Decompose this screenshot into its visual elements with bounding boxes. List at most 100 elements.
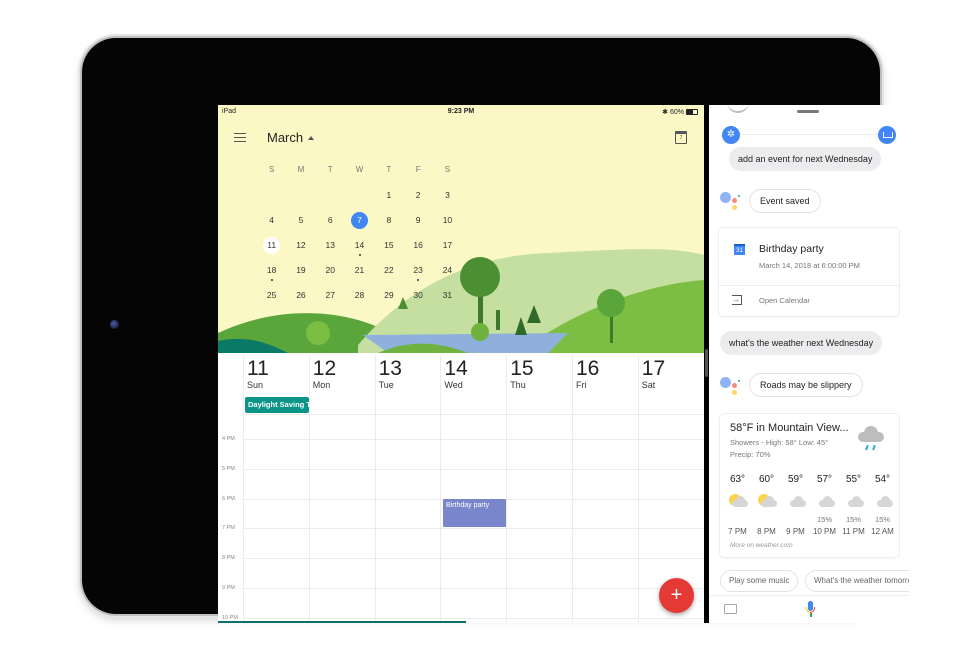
mini-day[interactable]: 12 xyxy=(286,236,315,254)
mini-day[interactable]: 13 xyxy=(316,236,345,254)
week-day-header[interactable]: 12 Mon xyxy=(309,358,374,391)
mini-day-label: 26 xyxy=(296,289,306,300)
mini-day-label: 21 xyxy=(354,264,365,275)
mini-day[interactable]: 21 xyxy=(345,261,374,279)
mini-day-label: 30 xyxy=(413,289,423,300)
mini-day[interactable]: 20 xyxy=(316,261,345,279)
today-calendar-icon[interactable]: 7 xyxy=(675,131,687,144)
mini-day[interactable]: 24 xyxy=(433,261,462,279)
week-day-header[interactable]: 11 Sun xyxy=(243,358,308,391)
mini-day[interactable]: 19 xyxy=(286,261,315,279)
mini-day-label: 16 xyxy=(413,239,423,250)
timed-event-birthday[interactable]: Birthday party xyxy=(443,499,506,527)
mini-day[interactable]: 22 xyxy=(374,261,403,279)
assistant-input-bar xyxy=(709,595,909,623)
grid-column-line xyxy=(308,355,310,623)
week-day-header[interactable]: 13 Tue xyxy=(375,358,440,391)
mini-day[interactable]: 27 xyxy=(316,286,345,304)
mini-day[interactable]: 2 xyxy=(403,186,432,204)
mini-day-label: 29 xyxy=(384,289,394,300)
mini-day[interactable]: 9 xyxy=(403,211,432,229)
keyboard-icon[interactable] xyxy=(724,604,737,614)
week-day-header[interactable]: 16 Fri xyxy=(572,358,637,391)
week-day-name: Fri xyxy=(576,380,587,390)
week-day-header[interactable]: 17 Sat xyxy=(638,357,703,391)
mini-day[interactable]: 5 xyxy=(286,211,315,229)
event-card[interactable]: 31 Birthday party March 14, 2018 at 6:00… xyxy=(719,228,899,316)
week-day-name: Wed xyxy=(444,380,463,390)
mini-day[interactable]: 28 xyxy=(345,286,374,304)
grid-column-line xyxy=(374,355,376,623)
cloudy-icon xyxy=(815,494,835,508)
mini-day[interactable]: 23 xyxy=(403,261,432,281)
mini-day[interactable]: 29 xyxy=(374,286,403,304)
calendar-header: iPad 9:23 PM ✱ 60% March 7 SMTWTFS 1234 xyxy=(218,105,704,353)
week-day-name: Thu xyxy=(510,380,526,390)
mini-week-row: 1 2 3 xyxy=(257,182,463,207)
weekday-header: M xyxy=(297,164,305,174)
mini-day[interactable]: 30 xyxy=(403,286,432,304)
screen: iPad 9:23 PM ✱ 60% March 7 SMTWTFS 1234 xyxy=(218,105,909,623)
mini-day[interactable]: 31 xyxy=(433,286,462,304)
mini-day[interactable]: 7 xyxy=(345,211,374,229)
assistant-reply-bubble: Roads may be slippery xyxy=(749,373,863,397)
week-day-number: 17 xyxy=(641,357,666,380)
partly-cloudy-icon xyxy=(757,494,777,508)
mini-day[interactable]: 3 xyxy=(433,186,462,204)
month-selector[interactable]: March xyxy=(267,130,315,145)
mini-day[interactable]: 6 xyxy=(316,211,345,229)
suggestion-chip[interactable]: Play some music xyxy=(720,570,799,592)
bug-report-icon[interactable]: ✲ xyxy=(722,126,740,144)
mini-day[interactable]: 11 xyxy=(257,236,286,254)
user-query-bubble: add an event for next Wednesday xyxy=(729,147,882,171)
status-bar: iPad 9:23 PM ✱ 60% xyxy=(218,105,704,119)
mini-day-label: 9 xyxy=(415,214,421,225)
battery-percent: 60% xyxy=(669,108,684,116)
weather-card[interactable]: 58°F in Mountain View... Showers - High:… xyxy=(720,414,899,557)
week-day-header[interactable]: 14 Wed xyxy=(440,358,505,391)
mini-month-calendar: SMTWTFS 1 2 3 4 5 6 7 8 9 10 11 12 13 14 15 16 17 18 19 20 2… xyxy=(257,157,463,307)
weather-details: Showers - High: 58° Low: 45° Precip: 70% xyxy=(730,437,828,461)
mini-day[interactable]: 15 xyxy=(374,236,403,254)
mini-day[interactable]: 1 xyxy=(374,186,403,204)
create-event-button[interactable]: + xyxy=(659,578,694,613)
mini-day[interactable]: 17 xyxy=(433,236,462,254)
mini-day-label: 18 xyxy=(266,264,277,275)
rain-cloud-icon xyxy=(856,426,886,452)
week-day-header[interactable]: 15 Thu xyxy=(506,358,571,391)
mini-day[interactable]: 25 xyxy=(257,286,286,304)
mini-day[interactable]: 4 xyxy=(257,211,286,229)
suggestion-chip[interactable]: What's the weather tomorrow xyxy=(805,570,909,592)
assistant-panel: ✲ add an event for next Wednesday Event … xyxy=(709,105,909,623)
mini-day[interactable]: 10 xyxy=(433,211,462,229)
top-divider xyxy=(731,134,887,135)
hourly-precip: 15% xyxy=(874,515,890,524)
mini-day[interactable]: 18 xyxy=(257,261,286,281)
mini-day[interactable]: 8 xyxy=(374,211,403,229)
card-divider xyxy=(719,285,899,286)
mini-day[interactable]: 26 xyxy=(286,286,315,304)
divider-handle[interactable] xyxy=(705,349,708,377)
hourly-precip: 15% xyxy=(816,515,832,524)
mini-day[interactable]: 14 xyxy=(345,236,374,256)
weather-source-link[interactable]: More on weather.com xyxy=(730,542,793,549)
drag-handle[interactable] xyxy=(797,110,819,113)
hourly-item: 60° 8 PM xyxy=(752,472,781,542)
hour-label: 4 PM xyxy=(222,436,235,442)
mini-day-label: 3 xyxy=(445,189,450,200)
grid-column-line xyxy=(572,355,573,623)
open-calendar-link[interactable]: Open Calendar xyxy=(759,296,810,305)
inbox-icon[interactable] xyxy=(878,126,896,144)
mini-day[interactable]: 16 xyxy=(403,236,432,254)
all-day-event[interactable]: Daylight Saving Time xyxy=(245,397,309,413)
hourly-temp: 55° xyxy=(845,474,862,485)
event-datetime: March 14, 2018 at 6:00:00 PM xyxy=(759,261,860,270)
mini-day-label: 14 xyxy=(354,239,365,250)
hour-label: 8 PM xyxy=(222,555,235,562)
hour-label: 9 PM xyxy=(222,585,235,591)
mini-day-label: 4 xyxy=(269,214,275,225)
hamburger-menu-icon[interactable] xyxy=(234,133,246,142)
bluetooth-icon: ✱ xyxy=(662,109,668,116)
calendar-app: iPad 9:23 PM ✱ 60% March 7 SMTWTFS 1234 xyxy=(218,105,704,623)
microphone-icon[interactable] xyxy=(806,601,815,619)
